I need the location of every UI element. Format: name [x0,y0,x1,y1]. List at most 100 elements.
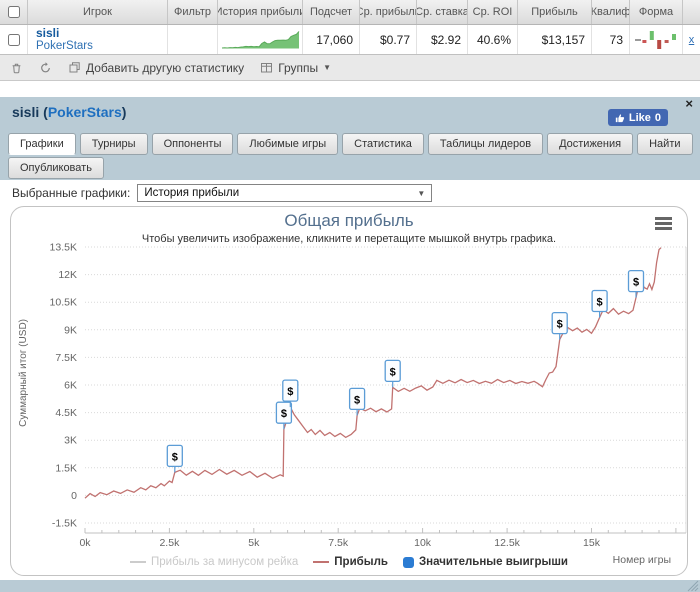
chart-menu-icon[interactable] [655,217,672,232]
tab-Достижения[interactable]: Достижения [547,133,633,155]
add-statistic-icon [68,61,81,74]
chart-type-select[interactable]: История прибыли ▼ [137,184,432,202]
x-axis-title: Номер игры [613,554,671,566]
col-header-avg-profit[interactable]: Ср. прибыль [360,0,417,24]
col-header-profit-history[interactable]: История прибыли [218,0,303,24]
svg-text:15k: 15k [583,537,601,549]
refresh-button[interactable] [39,61,52,74]
tab-Турниры[interactable]: Турниры [80,133,148,155]
chart-legend: Прибыль за минусом рейка Прибыль Значите… [11,556,687,568]
chart-subtitle: Чтобы увеличить изображение, кликните и … [11,233,687,245]
legend-item-significant-wins[interactable]: Значительные выигрыши [403,556,568,568]
col-header-qualified[interactable]: Квалиф [592,0,630,24]
significant-win-flag[interactable]: $ [167,445,182,472]
svg-text:1.5K: 1.5K [55,462,77,474]
add-statistic-button[interactable]: Добавить другую статистику [68,61,244,75]
delete-button[interactable] [10,61,23,74]
tab-Любимые игры[interactable]: Любимые игры [237,133,338,155]
count-value: 17,060 [303,25,360,54]
svg-text:6K: 6K [64,380,77,392]
svg-text:7.5k: 7.5k [328,537,349,549]
col-header-form[interactable]: Форма [630,0,683,24]
profit-sparkline-chart[interactable] [221,29,300,50]
svg-text:3K: 3K [64,435,77,447]
avg-profit-value: $0.77 [360,25,417,54]
svg-text:$: $ [281,408,287,420]
player-panel-header: sisli (PokerStars) Like 0 × [0,97,700,127]
select-all-cell [0,0,28,24]
add-statistic-label: Добавить другую статистику [86,61,244,75]
svg-text:$: $ [597,297,603,309]
resize-grip-icon[interactable] [687,580,699,592]
col-header-profit[interactable]: Прибыль [518,0,592,24]
col-header-avg-stake[interactable]: Ср. ставка [417,0,468,24]
groups-button[interactable]: Группы ▼ [260,61,331,75]
significant-win-flag[interactable]: $ [276,402,291,429]
tab-Оппоненты[interactable]: Оппоненты [152,133,234,155]
svg-text:$: $ [633,277,639,289]
panel-close-icon[interactable]: × [685,96,693,111]
panel-title: sisli (PokerStars) [12,104,126,120]
like-count: 0 [655,112,661,124]
significant-win-flag[interactable]: $ [385,360,400,387]
profit-history-cell[interactable] [218,25,303,54]
tab-Таблицы лидеров[interactable]: Таблицы лидеров [428,133,543,155]
avg-roi-value: 40.6% [468,25,518,54]
table-row: sisli PokerStars 17,060 $0.77 $2.92 40.6… [0,25,700,55]
tab-Найти[interactable]: Найти [637,133,692,155]
groups-caret-icon: ▼ [323,63,331,72]
significant-win-flag[interactable]: $ [592,291,607,318]
svg-text:-1.5K: -1.5K [52,518,77,530]
panel-site-name[interactable]: PokerStars [48,104,122,120]
col-header-actions [683,0,700,24]
svg-text:12K: 12K [58,269,77,281]
facebook-like-button[interactable]: Like 0 [608,109,668,126]
chart-select-row: Выбранные графики: История прибыли ▼ [12,184,432,202]
form-cell [630,25,683,54]
significant-win-flag[interactable]: $ [552,313,567,340]
chart-title: Общая прибыль [11,211,687,231]
panel-bottom-strip [0,580,700,592]
player-site-link[interactable]: PokerStars [36,40,93,53]
select-all-checkbox[interactable] [8,6,20,18]
significant-win-flag[interactable]: $ [629,271,644,298]
panel-tabs: ГрафикиТурнирыОппонентыЛюбимые игрыСтати… [0,127,700,180]
col-header-filter[interactable]: Фильтр [168,0,218,24]
row-checkbox[interactable] [8,34,20,46]
svg-text:$: $ [557,319,563,331]
svg-text:0: 0 [71,490,77,502]
panel-player-name: sisli [12,104,39,120]
remove-row-link[interactable]: x [689,34,695,46]
profit-value: $13,157 [518,25,592,54]
tab-Опубликовать[interactable]: Опубликовать [8,157,104,179]
chart-type-selected-value: История прибыли [144,187,239,199]
row-select-cell [0,25,28,54]
col-header-count[interactable]: Подсчет [303,0,360,24]
svg-text:10k: 10k [414,537,432,549]
svg-text:7.5K: 7.5K [55,352,77,364]
svg-text:$: $ [172,451,178,463]
legend-item-profit[interactable]: Прибыль [313,556,388,568]
table-toolbar: Добавить другую статистику Группы ▼ [0,55,700,80]
panel-paren-open: ( [39,104,48,120]
panel-paren-close: ) [122,104,127,120]
player-name-link[interactable]: sisli [36,27,93,40]
profit-chart-container: -1.5K01.5K3K4.5K6K7.5K9K10.5K12K13.5K0k2… [10,206,688,576]
col-header-player[interactable]: Игрок [28,0,168,24]
selected-charts-label: Выбранные графики: [12,186,130,200]
col-header-avg-roi[interactable]: Ср. ROI [468,0,518,24]
thumbs-up-icon [615,113,625,123]
legend-item-profit-minus-rake[interactable]: Прибыль за минусом рейка [130,556,298,568]
tab-Статистика[interactable]: Статистика [342,133,424,155]
like-label: Like [629,112,651,124]
player-cell: sisli PokerStars [28,25,168,54]
qualified-value: 73 [592,25,630,54]
profit-chart-plot[interactable]: -1.5K01.5K3K4.5K6K7.5K9K10.5K12K13.5K0k2… [11,207,687,575]
svg-text:0k: 0k [79,537,91,549]
tab-Графики[interactable]: Графики [8,133,76,155]
stats-table: Игрок Фильтр История прибыли Подсчет Ср.… [0,0,700,81]
svg-text:2.5k: 2.5k [159,537,180,549]
significant-win-flag[interactable]: $ [350,388,365,415]
legend-line-swatch [130,561,146,563]
filter-cell [168,25,218,54]
